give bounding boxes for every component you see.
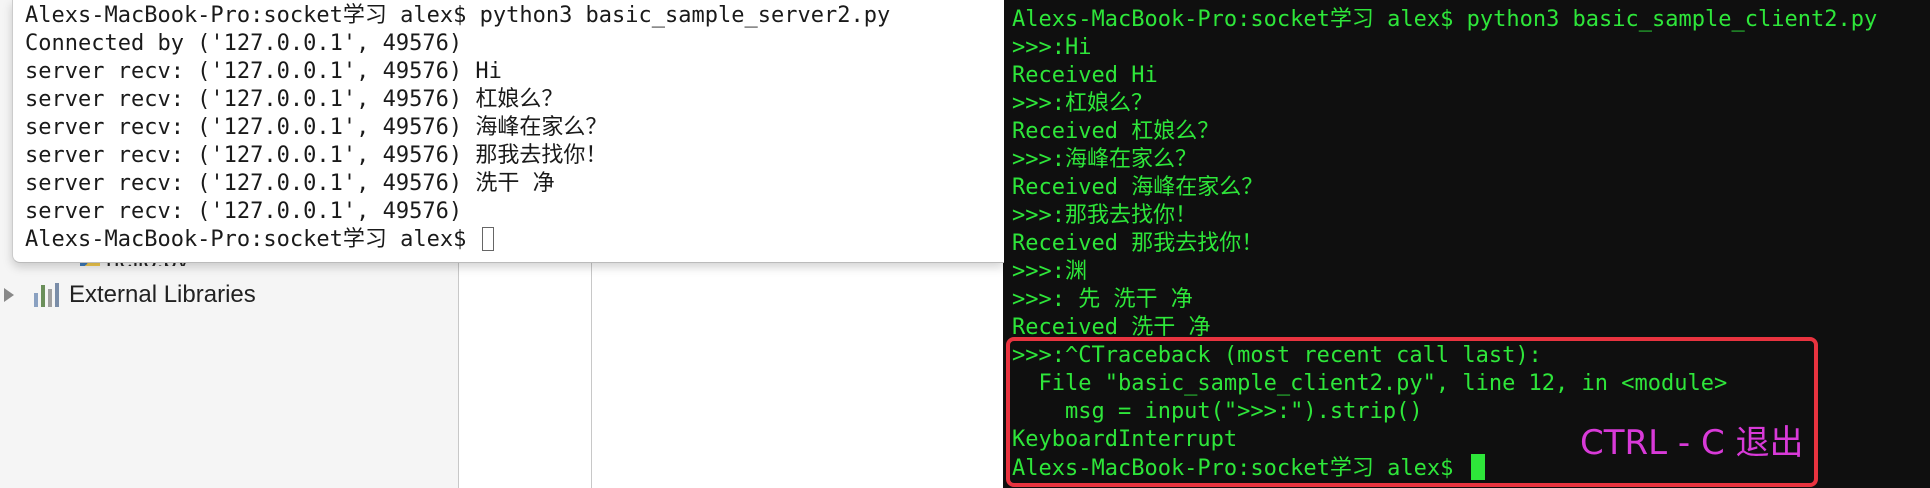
library-icon [34, 283, 59, 307]
shell-prompt: Alexs-MacBook-Pro:socket学习 alex$ [25, 227, 480, 252]
terminal-line: Received 那我去找你！ [1012, 231, 1264, 256]
terminal-prompt-line[interactable]: Alexs-MacBook-Pro:socket学习 alex$ [25, 226, 494, 254]
terminal-line: Alexs-MacBook-Pro:socket学习 alex$ python3… [25, 3, 891, 28]
terminal-line: Received Hi [1012, 63, 1158, 88]
terminal-line: Received 海峰在家么？ [1012, 175, 1264, 200]
terminal-line: >>>:那我去找你！ [1012, 203, 1197, 228]
terminal-line: server recv: ('127.0.0.1', 49576) [25, 199, 463, 224]
terminal-line: Connected by ('127.0.0.1', 49576) [25, 31, 463, 56]
terminal-line: >>>:海峰在家么？ [1012, 147, 1197, 172]
terminal-line: server recv: ('127.0.0.1', 49576) 杠娘么？ [25, 87, 564, 112]
terminal-line: Alexs-MacBook-Pro:socket学习 alex$ python3… [1012, 7, 1878, 32]
terminal-line: >>>: 先 洗干 净 [1012, 287, 1193, 312]
terminal-line: >>>:渊 [1012, 259, 1087, 284]
terminal-line: server recv: ('127.0.0.1', 49576) 海峰在家么？ [25, 115, 608, 140]
terminal-line: Received 洗干 净 [1012, 315, 1211, 338]
terminal-line: server recv: ('127.0.0.1', 49576) 那我去找你！ [25, 143, 608, 168]
terminal-line: Received 杠娘么？ [1012, 119, 1220, 144]
terminal-line: >>>:杠娘么？ [1012, 91, 1153, 116]
server-terminal-window[interactable]: Alexs-MacBook-Pro:socket学习 alex$ python3… [12, 0, 1004, 263]
terminal-line: >>>:Hi [1012, 35, 1092, 60]
terminal-line: server recv: ('127.0.0.1', 49576) Hi [25, 59, 502, 84]
text-cursor [481, 227, 494, 251]
annotation-label: CTRL - C 退出 [1580, 423, 1804, 463]
tree-item-external-libraries[interactable]: External Libraries [4, 280, 256, 310]
expand-arrow-icon[interactable] [4, 288, 14, 302]
terminal-line: server recv: ('127.0.0.1', 49576) 洗干 净 [25, 171, 555, 196]
tree-item-label: External Libraries [69, 281, 256, 308]
